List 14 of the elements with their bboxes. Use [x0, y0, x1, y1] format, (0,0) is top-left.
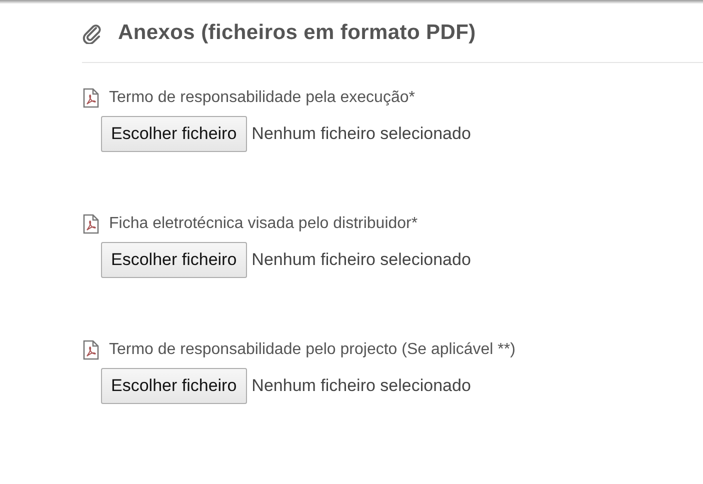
choose-file-button[interactable]: Escolher ficheiro [101, 242, 247, 278]
pdf-file-icon [82, 340, 100, 360]
pdf-file-icon [82, 88, 100, 108]
choose-file-button[interactable]: Escolher ficheiro [101, 368, 247, 404]
choose-file-button[interactable]: Escolher ficheiro [101, 116, 247, 152]
attachment-label: Termo de responsabilidade pela execução* [109, 89, 415, 107]
file-status: Nenhum ficheiro selecionado [252, 250, 471, 270]
pdf-file-icon [82, 214, 100, 234]
section-title: Anexos (ficheiros em formato PDF) [118, 21, 476, 45]
paperclip-icon [82, 22, 102, 44]
attachment-label: Ficha eletrotécnica visada pelo distribuidor* [109, 215, 418, 233]
file-status: Nenhum ficheiro selecionado [252, 124, 471, 144]
file-status: Nenhum ficheiro selecionado [252, 376, 471, 396]
attachment-label: Termo de responsabilidade pelo projecto (Se aplicável **) [109, 341, 516, 359]
